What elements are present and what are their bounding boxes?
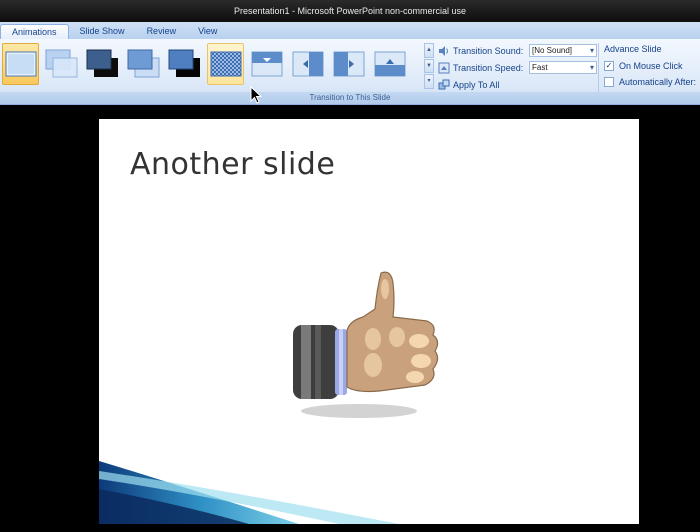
- automatically-after-checkbox[interactable]: [604, 77, 614, 87]
- group-separator: [598, 43, 599, 95]
- transition-dissolve[interactable]: [207, 43, 244, 85]
- slide-title[interactable]: Another slide: [130, 147, 335, 182]
- wipe-down-icon: [251, 51, 282, 77]
- apply-to-all-icon: [438, 79, 450, 91]
- tab-review[interactable]: Review: [136, 24, 188, 39]
- gallery-scroll-down-icon[interactable]: ▼: [424, 58, 434, 74]
- transition-sound-dropdown[interactable]: [No Sound]: [529, 44, 597, 57]
- transition-wipe-up[interactable]: [371, 43, 408, 85]
- transition-sound-label: Transition Sound:: [453, 45, 524, 56]
- gallery-scroll-up-icon[interactable]: ▲: [424, 43, 434, 58]
- automatically-after-label: Automatically After:: [619, 77, 697, 87]
- ribbon: ▲ ▼ ▾ Transition Sound: [No Sound] Trans…: [0, 39, 700, 105]
- speaker-icon: [438, 45, 450, 57]
- mouse-cursor-icon: [250, 86, 262, 104]
- window-title: Presentation1 - Microsoft PowerPoint non…: [233, 6, 467, 16]
- slide-design-swoosh: [99, 461, 399, 524]
- transition-wipe-right[interactable]: [330, 43, 367, 85]
- automatically-after-option[interactable]: Automatically After:: [604, 74, 700, 90]
- transition-wipe-left[interactable]: [289, 43, 326, 85]
- on-mouse-click-option[interactable]: ✓ On Mouse Click: [604, 58, 700, 74]
- advance-slide-section: Advance Slide ✓ On Mouse Click Automatic…: [604, 43, 700, 90]
- speed-icon: [438, 62, 450, 74]
- transition-sound-row: Transition Sound: [No Sound]: [438, 43, 598, 58]
- cut-icon: [127, 49, 159, 78]
- no-transition-icon: [5, 51, 36, 77]
- transition-fade-through-black[interactable]: [84, 43, 121, 85]
- on-mouse-click-label: On Mouse Click: [619, 61, 683, 71]
- transition-fade-smoothly[interactable]: [43, 43, 80, 85]
- tab-slide-show[interactable]: Slide Show: [69, 24, 136, 39]
- transition-cut-through-black[interactable]: [166, 43, 203, 85]
- wipe-left-icon: [292, 51, 323, 77]
- ribbon-tabs: Animations Slide Show Review View: [0, 22, 700, 39]
- gallery-more-icon[interactable]: ▾: [424, 74, 434, 90]
- group-label: Transition to This Slide: [0, 92, 700, 104]
- transition-options: Transition Sound: [No Sound] Transition …: [438, 43, 598, 94]
- apply-to-all-label: Apply To All: [453, 79, 500, 90]
- wipe-right-icon: [333, 51, 364, 77]
- advance-slide-header: Advance Slide: [604, 44, 662, 54]
- transition-speed-dropdown[interactable]: Fast: [529, 61, 597, 74]
- slide-canvas[interactable]: Another slide: [99, 119, 639, 524]
- tab-animations[interactable]: Animations: [0, 24, 69, 39]
- gallery-scroller: ▲ ▼ ▾: [424, 43, 434, 90]
- tab-view[interactable]: View: [187, 24, 228, 39]
- cut-through-black-icon: [168, 49, 200, 77]
- fade-through-black-icon: [86, 49, 118, 77]
- transition-speed-row: Transition Speed: Fast: [438, 60, 598, 75]
- fade-smoothly-icon: [45, 49, 77, 78]
- on-mouse-click-checkbox[interactable]: ✓: [604, 61, 614, 71]
- transition-cut[interactable]: [125, 43, 162, 85]
- transition-speed-label: Transition Speed:: [453, 62, 524, 73]
- wipe-up-icon: [374, 51, 405, 77]
- transition-none[interactable]: [2, 43, 39, 85]
- transition-wipe-down[interactable]: [248, 43, 285, 85]
- title-bar: Presentation1 - Microsoft PowerPoint non…: [0, 0, 700, 22]
- apply-to-all-button[interactable]: Apply To All: [438, 77, 598, 92]
- dissolve-icon: [210, 51, 241, 77]
- transition-gallery: [2, 43, 408, 89]
- thumbs-up-icon: [293, 271, 439, 418]
